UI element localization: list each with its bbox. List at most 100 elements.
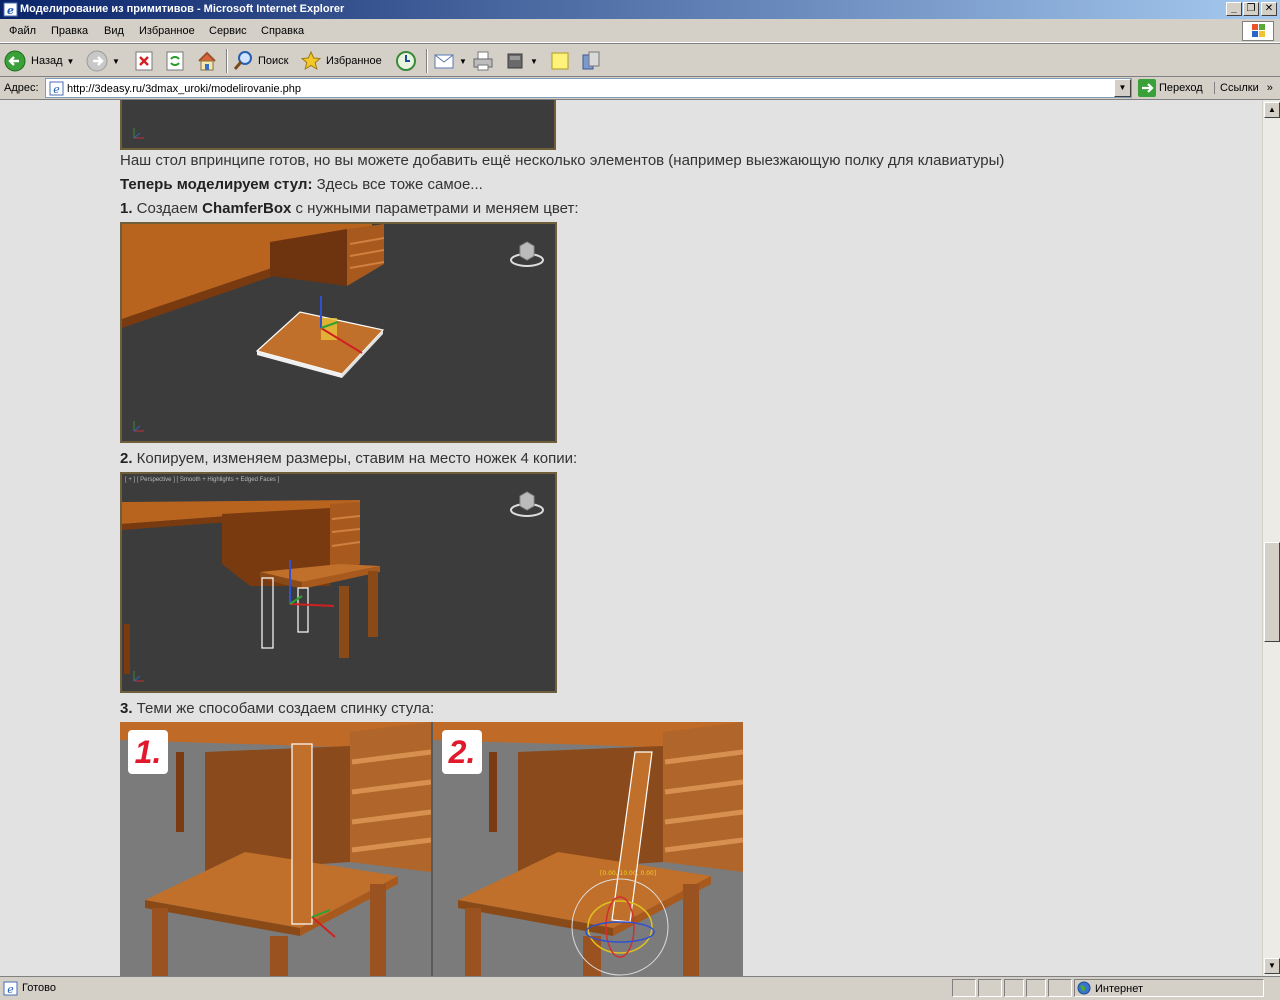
refresh-button[interactable]	[164, 48, 186, 74]
address-url: http://3deasy.ru/3dmax_uroki/modelirovan…	[67, 83, 301, 95]
mail-icon	[434, 54, 454, 69]
step1-text-post: с нужными параметрами и меняем цвет:	[291, 200, 579, 217]
home-icon	[198, 51, 216, 71]
favorites-button[interactable]: Избранное	[300, 48, 382, 74]
step1-number: 1.	[120, 200, 133, 217]
standard-toolbar: Назад ▼ ▼ Поиск Избранное ▼ ▼	[0, 43, 1280, 77]
svg-text:e: e	[7, 4, 14, 17]
edit-button[interactable]: ▼	[504, 48, 538, 74]
page-content: Наш стол впринципе готов, но вы можете д…	[0, 100, 1262, 976]
stop-button[interactable]	[133, 48, 155, 74]
intro-paragraph: Наш стол впринципе готов, но вы можете д…	[120, 152, 1005, 169]
search-button[interactable]: Поиск	[232, 48, 288, 74]
go-arrow-icon	[1138, 79, 1156, 97]
axis-tripod-icon	[133, 128, 144, 139]
panel-badge-1: 1.	[128, 730, 168, 774]
step1-bold: ChamferBox	[202, 200, 292, 217]
forward-button[interactable]: ▼	[86, 48, 120, 74]
restore-button[interactable]: ❐	[1243, 2, 1259, 16]
menu-favorites[interactable]: Избранное	[139, 25, 195, 37]
favorites-label: Избранное	[326, 55, 382, 67]
print-button[interactable]	[472, 48, 494, 74]
ie-page-icon: e	[49, 81, 64, 96]
axis-tripod-icon	[133, 671, 144, 682]
close-button[interactable]: ✕	[1261, 2, 1277, 16]
go-button[interactable]: Переход	[1138, 79, 1203, 97]
links-button[interactable]: Ссылки »	[1214, 82, 1273, 94]
status-bar: e Готово Интернет	[0, 976, 1280, 1000]
step3-text: Теми же способами создаем спинку стула:	[132, 700, 435, 717]
discuss-button[interactable]	[549, 48, 571, 74]
svg-text:e: e	[53, 83, 60, 96]
chair-heading-bold: Теперь моделируем стул:	[120, 176, 313, 193]
chair-back-image: [0.00, 10.00, 0.00] 1. 2.	[120, 722, 743, 976]
refresh-icon	[166, 51, 184, 71]
scroll-thumb[interactable]	[1264, 542, 1280, 642]
chair-legs-viewport-image: [ + ] [ Perspective ] [ Smooth + Highlig…	[120, 472, 557, 693]
menu-tools[interactable]: Сервис	[209, 25, 247, 37]
menu-edit[interactable]: Правка	[51, 25, 88, 37]
print-icon	[473, 51, 493, 71]
edit-icon	[507, 53, 523, 69]
go-label: Переход	[1159, 82, 1203, 94]
table-viewport-image	[120, 100, 556, 150]
research-button[interactable]	[580, 48, 602, 74]
windows-logo-icon	[1242, 21, 1274, 41]
step2-text: Копируем, изменяем размеры, ставим на ме…	[132, 450, 578, 467]
step2-number: 2.	[120, 450, 133, 467]
back-button[interactable]: Назад ▼	[4, 48, 74, 74]
back-label: Назад	[31, 55, 63, 67]
forward-dropdown-icon[interactable]: ▼	[112, 57, 120, 66]
discuss-icon	[551, 52, 569, 70]
links-label: Ссылки	[1220, 82, 1259, 94]
research-icon	[582, 51, 600, 70]
axis-tripod-icon	[133, 421, 144, 432]
step3-number: 3.	[120, 700, 133, 717]
back-dropdown-icon[interactable]: ▼	[67, 57, 75, 66]
mail-dropdown-icon[interactable]: ▼	[459, 57, 467, 66]
zone-label: Интернет	[1095, 983, 1143, 995]
history-button[interactable]	[395, 48, 417, 74]
minimize-button[interactable]: _	[1226, 2, 1242, 16]
globe-icon	[1077, 981, 1091, 995]
search-label: Поиск	[258, 55, 289, 67]
mail-button[interactable]: ▼	[433, 48, 467, 74]
gizmo-readout: [0.00, 10.00, 0.00]	[600, 870, 656, 877]
home-button[interactable]	[196, 48, 218, 74]
window-title: Моделирование из примитивов - Microsoft …	[20, 3, 345, 15]
step1-text-pre: Создаем	[132, 200, 203, 217]
scroll-up-button[interactable]: ▲	[1264, 102, 1280, 118]
search-icon	[233, 51, 252, 70]
chair-heading: Теперь моделируем стул: Здесь все тоже с…	[120, 176, 483, 193]
status-text: Готово	[22, 982, 56, 994]
menu-bar: Файл Правка Вид Избранное Сервис Справка	[0, 19, 1280, 43]
viewcube-icon	[510, 241, 544, 267]
address-dropdown-icon[interactable]: ▼	[1114, 79, 1131, 97]
address-input[interactable]: e http://3deasy.ru/3dmax_uroki/modelirov…	[45, 78, 1132, 98]
chair-heading-rest: Здесь все тоже самое...	[312, 176, 483, 193]
window-title-bar: e Моделирование из примитивов - Microsof…	[0, 0, 1280, 19]
address-bar: Адрес: e http://3deasy.ru/3dmax_uroki/mo…	[0, 77, 1280, 100]
svg-text:e: e	[7, 983, 14, 996]
step1-paragraph: 1. Создаем ChamferBox с нужными параметр…	[120, 200, 579, 217]
chamferbox-viewport-image: [ + ] [ Perspective ] [ Smooth + Highlig…	[120, 222, 557, 443]
chevron-right-icon: »	[1266, 82, 1273, 94]
scroll-down-button[interactable]: ▼	[1264, 958, 1280, 974]
ie-page-icon: e	[3, 981, 18, 996]
edit-dropdown-icon[interactable]: ▼	[530, 57, 538, 66]
history-icon	[396, 51, 416, 71]
menu-file[interactable]: Файл	[9, 25, 36, 37]
step3-paragraph: 3. Теми же способами создаем спинку стул…	[120, 700, 434, 717]
address-label: Адрес:	[4, 82, 39, 94]
forward-arrow-icon	[86, 50, 108, 72]
ie-page-icon: e	[3, 2, 18, 17]
menu-view[interactable]: Вид	[104, 25, 124, 37]
favorites-star-icon	[300, 50, 322, 71]
back-arrow-icon	[4, 50, 26, 72]
security-zone: Интернет	[1074, 979, 1264, 997]
step2-paragraph: 2. Копируем, изменяем размеры, ставим на…	[120, 450, 577, 467]
vertical-scrollbar[interactable]: ▲ ▼	[1262, 100, 1280, 976]
panel-badge-2: 2.	[442, 730, 482, 774]
menu-help[interactable]: Справка	[261, 25, 304, 37]
stop-icon	[135, 51, 153, 71]
